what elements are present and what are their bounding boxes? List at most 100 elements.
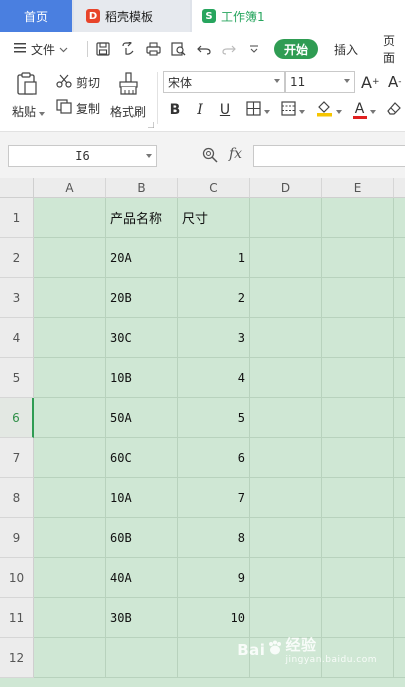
cell-a10[interactable] [34,558,106,598]
cell-a7[interactable] [34,438,106,478]
cell-e3[interactable] [322,278,394,318]
clipboard-group-launcher-icon[interactable] [148,122,154,128]
cell-c5[interactable]: 4 [178,358,250,398]
insert-function-button[interactable]: fx [229,146,242,162]
cell-b6[interactable]: 50A [106,398,178,438]
select-all-corner[interactable] [0,178,34,198]
name-box[interactable]: I6 [8,145,157,167]
cell-c7[interactable]: 6 [178,438,250,478]
cell-d10[interactable] [250,558,322,598]
cell-a2[interactable] [34,238,106,278]
print-preview-button[interactable] [171,32,186,66]
cell-a5[interactable] [34,358,106,398]
quick-access-more-button[interactable] [249,32,259,66]
cell-c10[interactable]: 9 [178,558,250,598]
cell-e9[interactable] [322,518,394,558]
column-header-c[interactable]: C [178,178,250,198]
cell-e1[interactable] [322,198,394,238]
cell-c6[interactable]: 5 [178,398,250,438]
italic-button[interactable]: I [191,100,209,120]
cell-e10[interactable] [322,558,394,598]
cell-f4[interactable] [394,318,405,358]
cell-e11[interactable] [322,598,394,638]
bold-button[interactable]: B [166,100,184,120]
cell-b10[interactable]: 40A [106,558,178,598]
cell-c8[interactable]: 7 [178,478,250,518]
cell-f10[interactable] [394,558,405,598]
cell-f3[interactable] [394,278,405,318]
cell-e7[interactable] [322,438,394,478]
cell-c2[interactable]: 1 [178,238,250,278]
cell-b8[interactable]: 10A [106,478,178,518]
export-button[interactable] [121,32,136,66]
cell-a11[interactable] [34,598,106,638]
cell-f9[interactable] [394,518,405,558]
cell-e5[interactable] [322,358,394,398]
column-header-b[interactable]: B [106,178,178,198]
cell-f5[interactable] [394,358,405,398]
increase-font-size-button[interactable]: A + [361,71,380,93]
column-header-d[interactable]: D [250,178,322,198]
cell-d6[interactable] [250,398,322,438]
cell-d7[interactable] [250,438,322,478]
row-header-12[interactable]: 12 [0,638,34,678]
font-name-select[interactable]: 宋体 [163,71,285,93]
font-size-select[interactable]: 11 [285,71,355,93]
column-header-e[interactable]: E [322,178,394,198]
cell-d9[interactable] [250,518,322,558]
cell-a4[interactable] [34,318,106,358]
tab-insert[interactable]: 插入 [334,32,358,66]
column-header-a[interactable]: A [34,178,106,198]
formula-input[interactable] [253,145,405,167]
cell-c3[interactable]: 2 [178,278,250,318]
cell-a1[interactable] [34,198,106,238]
cell-b4[interactable]: 30C [106,318,178,358]
cell-b2[interactable]: 20A [106,238,178,278]
tab-daoke-templates[interactable]: D 稻壳模板 [74,0,190,32]
cell-f12[interactable] [394,638,405,678]
cell-c11[interactable]: 10 [178,598,250,638]
cell-b5[interactable]: 10B [106,358,178,398]
cell-f6[interactable] [394,398,405,438]
cell-d1[interactable] [250,198,322,238]
cell-e8[interactable] [322,478,394,518]
row-header-4[interactable]: 4 [0,318,34,358]
cell-b7[interactable]: 60C [106,438,178,478]
row-header-8[interactable]: 8 [0,478,34,518]
cell-a3[interactable] [34,278,106,318]
cell-d3[interactable] [250,278,322,318]
cell-style-button[interactable] [278,100,308,120]
row-header-7[interactable]: 7 [0,438,34,478]
cell-e6[interactable] [322,398,394,438]
row-header-9[interactable]: 9 [0,518,34,558]
file-menu[interactable]: 文件 [14,32,68,66]
row-header-11[interactable]: 11 [0,598,34,638]
cell-b3[interactable]: 20B [106,278,178,318]
cell-b1[interactable]: 产品名称 [106,198,178,238]
copy-button[interactable]: 复制 [56,99,100,117]
decrease-font-size-button[interactable]: A- [388,71,402,93]
cell-b9[interactable]: 60B [106,518,178,558]
cell-f8[interactable] [394,478,405,518]
row-header-3[interactable]: 3 [0,278,34,318]
print-button[interactable] [146,32,161,66]
cell-d11[interactable] [250,598,322,638]
cell-f11[interactable] [394,598,405,638]
cell-c9[interactable]: 8 [178,518,250,558]
row-header-1[interactable]: 1 [0,198,34,238]
row-header-6[interactable]: 6 [0,398,34,438]
cell-d4[interactable] [250,318,322,358]
tab-page-layout[interactable]: 页面 [383,32,405,66]
cell-e4[interactable] [322,318,394,358]
row-header-10[interactable]: 10 [0,558,34,598]
cell-a9[interactable] [34,518,106,558]
borders-button[interactable] [243,100,273,120]
cell-a8[interactable] [34,478,106,518]
tab-home[interactable]: 首页 [0,0,72,32]
cut-button[interactable]: 剪切 [56,74,100,91]
clear-format-button[interactable] [385,100,403,120]
cell-d2[interactable] [250,238,322,278]
row-header-5[interactable]: 5 [0,358,34,398]
column-header-partial[interactable] [394,178,405,198]
cell-d5[interactable] [250,358,322,398]
